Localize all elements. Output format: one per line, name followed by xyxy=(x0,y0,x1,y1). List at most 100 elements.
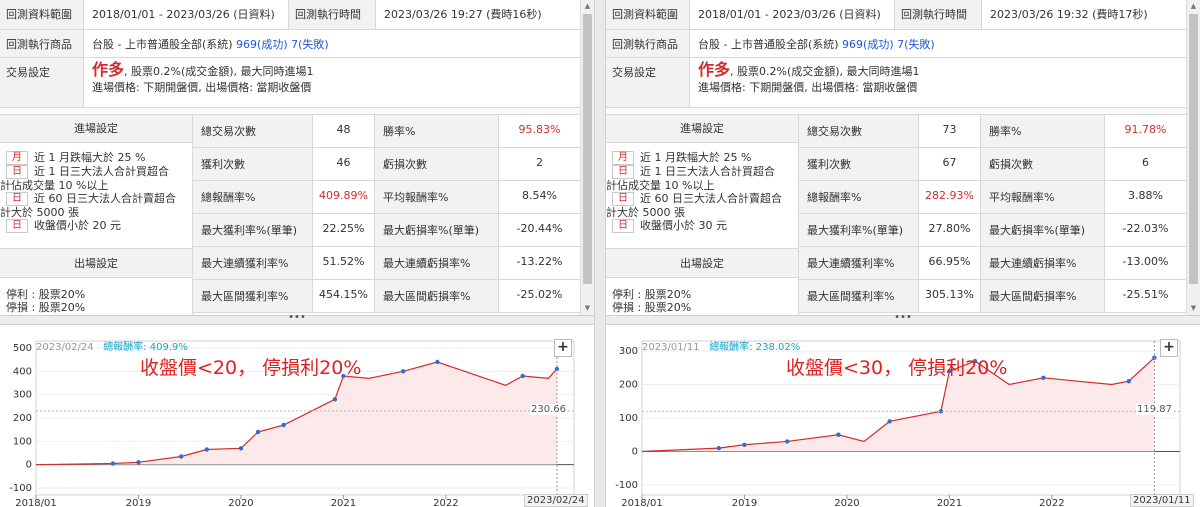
period-tag: 日 xyxy=(6,219,28,233)
stat-value: 409.89% xyxy=(313,181,375,213)
splitter-handle[interactable]: ••• xyxy=(606,313,1200,325)
stat-value: 51.52% xyxy=(313,247,375,279)
chart-header-date: 2023/01/11 xyxy=(642,342,700,353)
y-tick-label: 0 xyxy=(632,446,638,457)
range-label: 回測資料範圍 xyxy=(606,0,690,29)
product-value: 台股 - 上市普通股全部(系統) 969(成功) 7(失敗) xyxy=(690,30,1186,57)
x-tick-label: 2018/01 xyxy=(15,498,57,507)
x-tick-label: 2022 xyxy=(433,498,458,507)
entry-condition: 日收盤價小於 20 元 xyxy=(6,219,192,233)
entry-condition: 日近 60 日三大法人合計賣超合 xyxy=(6,192,192,206)
stat-value: 6 xyxy=(1142,156,1149,169)
info-row-range: 回測資料範圍 2018/01/01 - 2023/03/26 (日資料) 回測執… xyxy=(0,0,580,30)
trade-marker xyxy=(742,442,747,447)
range-value: 2018/01/01 - 2023/03/26 (日資料) xyxy=(698,8,881,21)
trade-value: 作多, 股票0.2%(成交金額), 最大同時進場1 進場價格: 下期開盤價, 出… xyxy=(84,58,580,107)
product-fail-link[interactable]: 7(失敗) xyxy=(291,38,329,51)
stats-row: 最大連續獲利率% 51.52% 最大連續虧損率% -13.22% xyxy=(193,247,580,280)
y-tick-label: 200 xyxy=(13,413,32,424)
last-value-label: 119.87 xyxy=(1136,404,1173,416)
x-tick-label: 2019 xyxy=(732,498,757,507)
exit-conditions: 停利 : 股票20% 停損 : 股票20% xyxy=(606,280,798,315)
entry-condition: 月近 1 月跌幅大於 25 % xyxy=(6,151,192,165)
trade-marker xyxy=(1126,378,1131,384)
trade-marker xyxy=(716,445,722,451)
entry-conditions: 月近 1 月跌幅大於 25 % 日近 1 日三大法人合計買超合 計佔成交量 10… xyxy=(606,143,798,246)
y-tick-label: 300 xyxy=(13,390,32,401)
stat-label: 最大虧損率%(單筆) xyxy=(981,214,1105,246)
stats-row: 總交易次數 73 勝率% 91.78% xyxy=(799,115,1186,148)
scroll-down-icon[interactable]: ▼ xyxy=(1187,302,1200,315)
info-row-range: 回測資料範圍 2018/01/01 - 2023/03/26 (日資料) 回測執… xyxy=(606,0,1186,30)
stat-value: 8.54% xyxy=(522,189,557,202)
splitter-handle[interactable]: ••• xyxy=(0,313,594,325)
stat-label: 最大虧損率%(單筆) xyxy=(375,214,499,246)
y-tick-label: -100 xyxy=(9,483,32,494)
period-tag: 月 xyxy=(6,151,28,165)
chart-header-date: 2023/02/24 xyxy=(36,342,94,353)
product-success-link[interactable]: 969(成功) xyxy=(842,38,894,51)
trade-marker xyxy=(836,432,841,437)
info-row-product: 回測執行商品 台股 - 上市普通股全部(系統) 969(成功) 7(失敗) xyxy=(606,30,1186,58)
product-value: 台股 - 上市普通股全部(系統) 969(成功) 7(失敗) xyxy=(84,30,580,57)
x-tick-label: 2018/01 xyxy=(621,498,663,507)
scroll-up-icon[interactable]: ▲ xyxy=(1187,0,1200,13)
period-tag: 日 xyxy=(6,192,28,206)
y-tick-label: 400 xyxy=(13,366,32,377)
y-tick-label: 500 xyxy=(13,343,32,354)
entry-settings-header: 進場設定 xyxy=(606,115,798,143)
take-profit: 停利 : 股票20% xyxy=(612,288,692,301)
stat-value: 454.15% xyxy=(313,280,375,312)
stat-label: 總報酬率% xyxy=(193,181,313,213)
vertical-scrollbar[interactable]: ▲ ▼ xyxy=(580,0,594,315)
stat-label: 平均報酬率% xyxy=(375,181,499,213)
backtest-summary: 回測資料範圍 2018/01/01 - 2023/03/26 (日資料) 回測執… xyxy=(606,0,1186,315)
x-tick-label: 2022 xyxy=(1039,498,1064,507)
x-tick-label: 2019 xyxy=(126,498,151,507)
stat-value: 3.88% xyxy=(1128,189,1163,202)
stats-table: 總交易次數 48 勝率% 95.83% 獲利次數 46 虧損次數 2 總報酬率% 409.89% 平… xyxy=(192,115,580,315)
scroll-down-icon[interactable]: ▼ xyxy=(581,302,594,315)
entry-condition-cont: 計大於 5000 張 xyxy=(0,206,79,219)
backtest-panel-right: 回測資料範圍 2018/01/01 - 2023/03/26 (日資料) 回測執… xyxy=(606,0,1200,507)
stats-row: 最大區間獲利率% 305.13% 最大區間虧損率% -25.51% xyxy=(799,280,1186,313)
chart-header-return: 總報酬率: 409.9% xyxy=(103,342,188,353)
time-label: 回測執行時間 xyxy=(288,0,376,29)
scroll-thumb[interactable] xyxy=(1189,14,1198,284)
info-row-trade: 交易設定 作多, 股票0.2%(成交金額), 最大同時進場1 進場價格: 下期開… xyxy=(0,58,580,108)
product-fail-link[interactable]: 7(失敗) xyxy=(897,38,935,51)
y-tick-label: 100 xyxy=(13,436,32,447)
stat-label: 總報酬率% xyxy=(799,181,919,213)
trade-marker xyxy=(1041,375,1046,381)
exit-settings-header: 出場設定 xyxy=(606,248,798,278)
exit-conditions: 停利 : 股票20% 停損 : 股票20% xyxy=(0,280,192,315)
product-success-link[interactable]: 969(成功) xyxy=(236,38,288,51)
entry-condition: 日近 1 日三大法人合計買超合 xyxy=(612,165,798,179)
stat-label: 最大獲利率%(單筆) xyxy=(193,214,313,246)
panel-splitter[interactable] xyxy=(594,0,606,507)
entry-settings-header: 進場設定 xyxy=(0,115,192,143)
period-tag: 日 xyxy=(6,165,28,179)
stat-value: 91.78% xyxy=(1124,123,1167,136)
trade-label: 交易設定 xyxy=(606,58,690,107)
stat-label: 總交易次數 xyxy=(193,115,313,147)
product-label: 回測執行商品 xyxy=(0,30,84,57)
stat-value: 66.95% xyxy=(919,247,981,279)
trade-marker xyxy=(401,369,406,374)
vertical-scrollbar[interactable]: ▲ ▼ xyxy=(1186,0,1200,315)
entry-condition-cont: 計佔成交量 10 %以上 xyxy=(606,179,715,192)
zoom-in-icon[interactable]: + xyxy=(1160,339,1178,357)
stat-value: -20.44% xyxy=(516,222,563,235)
zoom-in-icon[interactable]: + xyxy=(554,339,572,357)
stat-value: -22.03% xyxy=(1122,222,1169,235)
period-tag: 日 xyxy=(612,192,634,206)
stat-value: 95.83% xyxy=(518,123,561,136)
product-name: 台股 - 上市普通股全部(系統) xyxy=(698,38,839,51)
trade-marker xyxy=(255,429,261,435)
stat-label: 最大連續虧損率% xyxy=(375,247,499,279)
scroll-thumb[interactable] xyxy=(583,14,592,284)
trade-marker xyxy=(204,447,209,452)
scroll-up-icon[interactable]: ▲ xyxy=(581,0,594,13)
backtest-summary: 回測資料範圍 2018/01/01 - 2023/03/26 (日資料) 回測執… xyxy=(0,0,580,315)
stat-label: 勝率% xyxy=(375,115,499,147)
